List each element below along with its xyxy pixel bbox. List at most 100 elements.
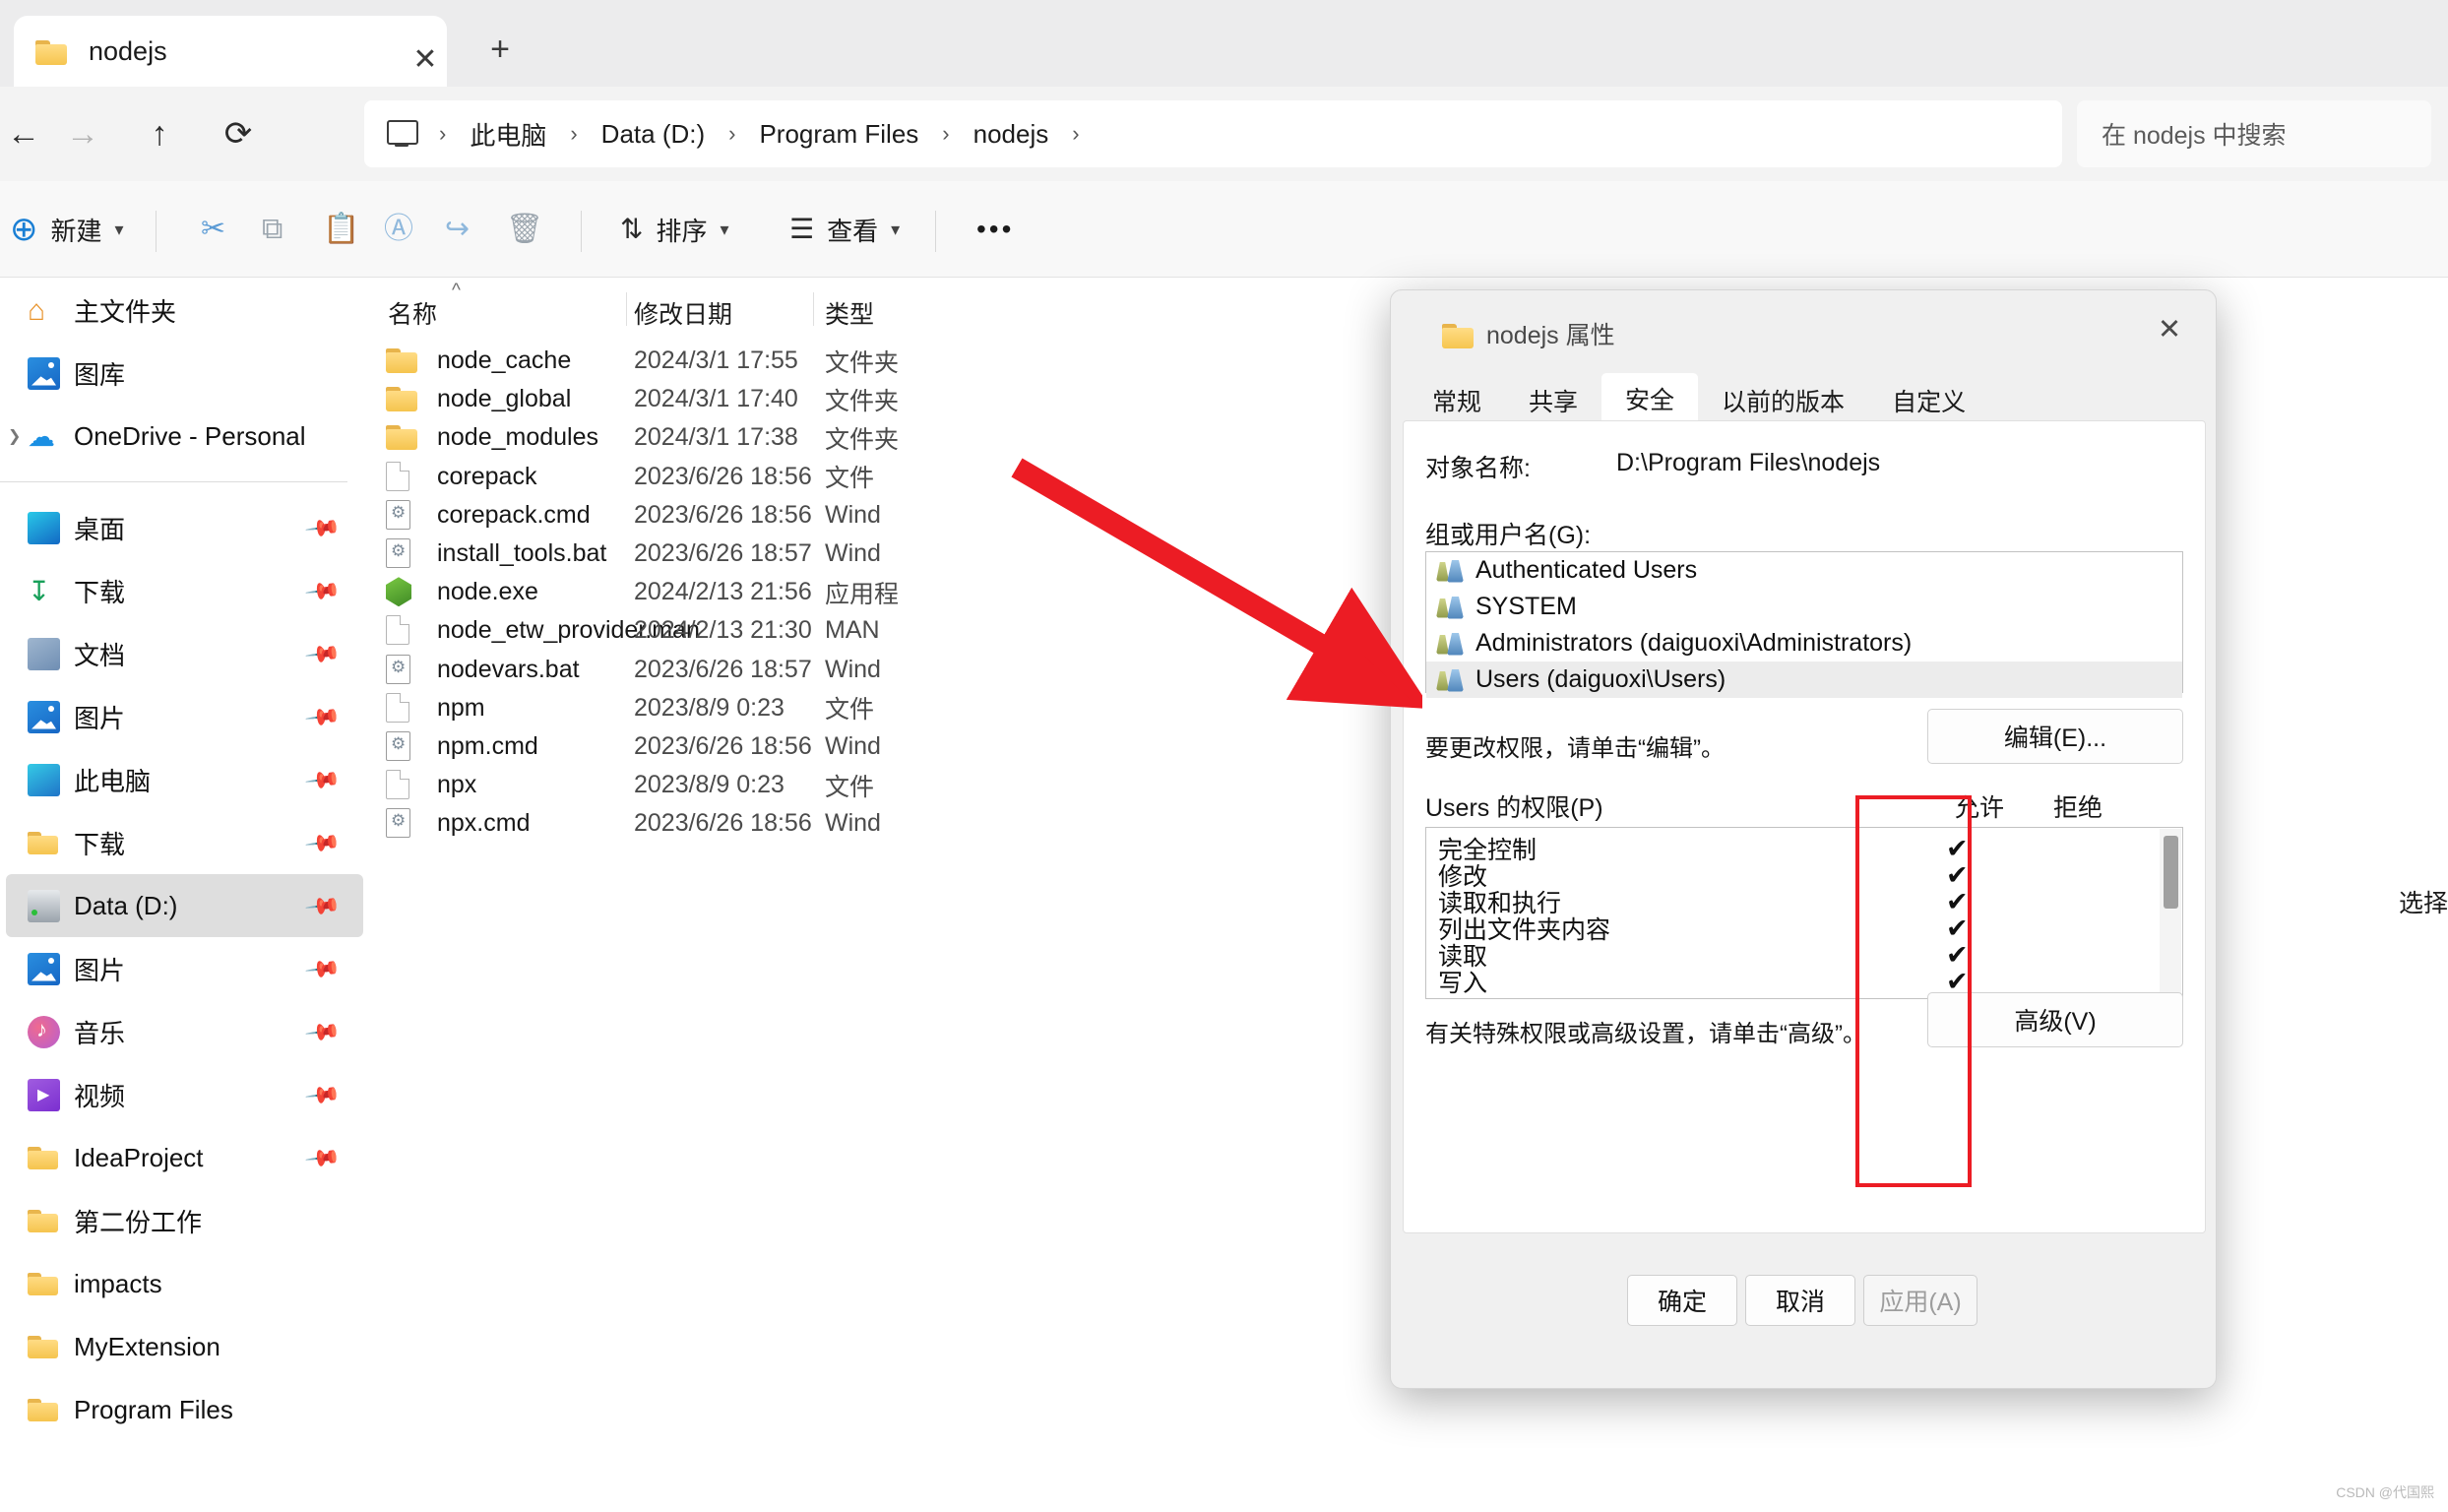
file-type: Wind (825, 500, 881, 529)
sidebar-item-11[interactable]: 音乐 📌 (6, 1000, 363, 1063)
apply-button[interactable]: 应用(A) (1863, 1275, 1977, 1326)
more-button[interactable]: ••• (965, 197, 1026, 262)
permission-row[interactable]: 列出文件夹内容 ✔ (1426, 914, 2159, 945)
view-list-icon: ☰ (789, 214, 815, 244)
pin-icon[interactable]: 📌 (304, 950, 344, 988)
sidebar-item-label: 主文件夹 (74, 296, 177, 327)
breadcrumb-sep: › (439, 121, 447, 146)
permissions-scrollbar-thumb[interactable] (2164, 836, 2178, 909)
this-pc-icon[interactable] (386, 119, 418, 149)
sidebar-item-14[interactable]: 第二份工作 (6, 1189, 363, 1252)
sidebar-item-12[interactable]: 视频 📌 (6, 1063, 363, 1126)
drive-icon (28, 889, 60, 922)
group-list-item[interactable]: Users (daiguoxi\Users) (1426, 662, 2182, 698)
new-tab-icon[interactable]: + (472, 24, 528, 75)
forward-icon[interactable]: → (49, 100, 116, 167)
search-input[interactable]: 在 nodejs 中搜索 (2077, 100, 2431, 167)
permission-row[interactable]: 读取 ✔ (1426, 940, 2159, 972)
group-list-item[interactable]: Administrators (daiguoxi\Administrators) (1426, 625, 2182, 662)
pin-icon[interactable]: 📌 (304, 572, 344, 610)
pin-icon[interactable]: 📌 (304, 887, 344, 925)
breadcrumb-item-2[interactable]: Program Files (753, 119, 924, 150)
view-button[interactable]: ☰ 查看 ▾ (778, 197, 911, 262)
file-date: 2024/3/1 17:40 (634, 385, 798, 413)
cmd-icon (386, 654, 410, 684)
sidebar-item-15[interactable]: impacts (6, 1252, 363, 1315)
folder-icon (28, 1205, 60, 1237)
permissions-listbox[interactable]: 完全控制 ✔ 修改 ✔ 读取和执行 ✔ 列出文件夹内容 ✔ 读取 ✔ 写入 ✔ (1425, 827, 2183, 999)
advanced-button[interactable]: 高级(V) (1927, 992, 2183, 1047)
group-name: Administrators (daiguoxi\Administrators) (1475, 629, 1913, 657)
share-button[interactable]: ↪ (433, 197, 481, 262)
pin-icon[interactable]: 📌 (304, 509, 344, 547)
dialog-tab-3[interactable]: 以前的版本 (1698, 377, 1868, 424)
cancel-button[interactable]: 取消 (1745, 1275, 1855, 1326)
breadcrumb-item-3[interactable]: nodejs (968, 119, 1055, 150)
dialog-tab-4[interactable]: 自定义 (1868, 377, 1989, 424)
sidebar-item-7[interactable]: 此电脑 📌 (6, 748, 363, 811)
group-list-item[interactable]: Authenticated Users (1426, 552, 2182, 589)
sidebar-item-label: 视频 (74, 1081, 126, 1111)
sidebar-item-9[interactable]: Data (D:) 📌 (6, 874, 363, 937)
sidebar-item-1[interactable]: 图库 (6, 342, 363, 405)
copy-button[interactable]: ⧉ (250, 197, 294, 262)
breadcrumb-item-0[interactable]: 此电脑 (464, 116, 552, 153)
group-list-item[interactable]: SYSTEM (1426, 589, 2182, 625)
edit-hint: 要更改权限，请单击“编辑”。 (1425, 735, 1725, 762)
new-button[interactable]: ⊕ 新建 ▾ (0, 197, 136, 262)
file-date: 2023/8/9 0:23 (634, 771, 785, 799)
sidebar-item-label: Program Files (74, 1394, 233, 1424)
music-icon (28, 1015, 60, 1048)
column-name[interactable]: 名称 (388, 295, 437, 331)
dialog-title-bar: nodejs 属性 (1420, 316, 1615, 351)
breadcrumb-item-1[interactable]: Data (D:) (596, 119, 711, 150)
sidebar-item-5[interactable]: 文档 📌 (6, 622, 363, 685)
pin-icon[interactable]: 📌 (304, 635, 344, 673)
cut-button[interactable]: ✂ (189, 197, 237, 262)
dialog-tab-0[interactable]: 常规 (1409, 377, 1505, 424)
pin-icon[interactable]: 📌 (304, 698, 344, 736)
pin-icon[interactable]: 📌 (304, 1076, 344, 1114)
delete-button[interactable]: 🗑 (494, 197, 555, 262)
permission-row[interactable]: 完全控制 ✔ (1426, 834, 2159, 865)
sidebar-item-2[interactable]: ❯ ☁ OneDrive - Personal (6, 405, 363, 468)
up-icon[interactable]: ↑ (126, 100, 193, 167)
sort-button[interactable]: ⇅ 排序 ▾ (608, 197, 741, 262)
sidebar-item-3[interactable]: 桌面 📌 (6, 496, 363, 559)
chevron-down-icon: ▾ (891, 219, 901, 239)
pin-icon[interactable]: 📌 (304, 824, 344, 862)
paste-button[interactable]: 📋 (311, 197, 371, 262)
sidebar-item-17[interactable]: Program Files (6, 1378, 363, 1441)
pin-icon[interactable]: 📌 (304, 761, 344, 799)
tab-nodejs[interactable]: nodejs ✕ (14, 16, 447, 87)
edit-button[interactable]: 编辑(E)... (1927, 709, 2183, 764)
ok-button[interactable]: 确定 (1627, 1275, 1737, 1326)
sidebar-item-10[interactable]: 图片 📌 (6, 937, 363, 1000)
dialog-close-icon[interactable]: ✕ (2141, 304, 2198, 353)
sidebar-item-6[interactable]: 图片 📌 (6, 685, 363, 748)
close-icon[interactable]: ✕ (402, 35, 449, 83)
cmd-icon (386, 731, 410, 761)
group-user-listbox[interactable]: Authenticated Users SYSTEM Administrators … (1425, 551, 2183, 698)
sidebar-item-4[interactable]: ↧ 下载 📌 (6, 559, 363, 622)
group-name: Authenticated Users (1475, 556, 1698, 584)
sidebar-item-label: MyExtension (74, 1331, 220, 1361)
address-bar[interactable]: › 此电脑 › Data (D:) › Program Files › node… (364, 100, 2062, 167)
pin-icon[interactable]: 📌 (304, 1013, 344, 1051)
column-date[interactable]: 修改日期 (634, 295, 732, 331)
chevron-right-icon[interactable]: ❯ (8, 426, 21, 446)
refresh-icon[interactable]: ⟳ (205, 100, 272, 167)
file-name: install_tools.bat (437, 539, 607, 567)
dialog-tab-2[interactable]: 安全 (1601, 373, 1699, 424)
sidebar-item-label: 此电脑 (74, 766, 152, 796)
sidebar-item-13[interactable]: IdeaProject 📌 (6, 1126, 363, 1189)
sidebar-item-0[interactable]: ⌂ 主文件夹 (6, 279, 363, 342)
rename-button[interactable]: Ⓐ (372, 197, 425, 262)
column-type[interactable]: 类型 (825, 295, 874, 331)
pin-icon[interactable]: 📌 (304, 1139, 344, 1177)
dialog-tab-1[interactable]: 共享 (1505, 377, 1601, 424)
more-icon: ••• (976, 214, 1015, 244)
sidebar-item-16[interactable]: MyExtension (6, 1315, 363, 1378)
file-name: node_modules (437, 423, 599, 452)
sidebar-item-8[interactable]: 下载 📌 (6, 811, 363, 874)
